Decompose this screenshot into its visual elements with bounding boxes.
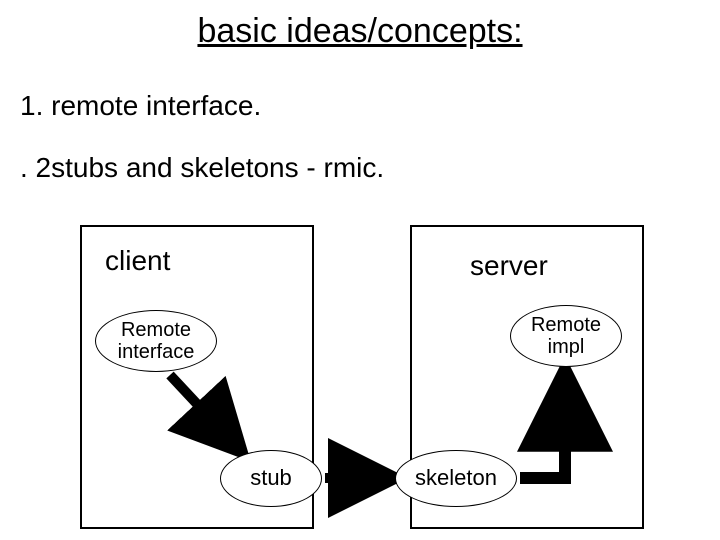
stub-node: stub [220, 450, 322, 507]
bullet-1: 1. remote interface. [20, 90, 261, 122]
bullet-2: . 2stubs and skeletons - rmic. [20, 152, 384, 184]
remote-impl-label: Remote impl [511, 314, 621, 358]
client-label: client [105, 245, 170, 277]
stub-label: stub [250, 466, 292, 490]
remote-interface-node: Remote interface [95, 310, 217, 372]
skeleton-node: skeleton [395, 450, 517, 507]
slide-title: basic ideas/concepts: [0, 12, 720, 51]
remote-impl-node: Remote impl [510, 305, 622, 367]
server-label: server [470, 250, 548, 282]
slide: basic ideas/concepts: 1. remote interfac… [0, 0, 720, 540]
remote-interface-label: Remote interface [96, 319, 216, 363]
skeleton-label: skeleton [415, 466, 497, 490]
